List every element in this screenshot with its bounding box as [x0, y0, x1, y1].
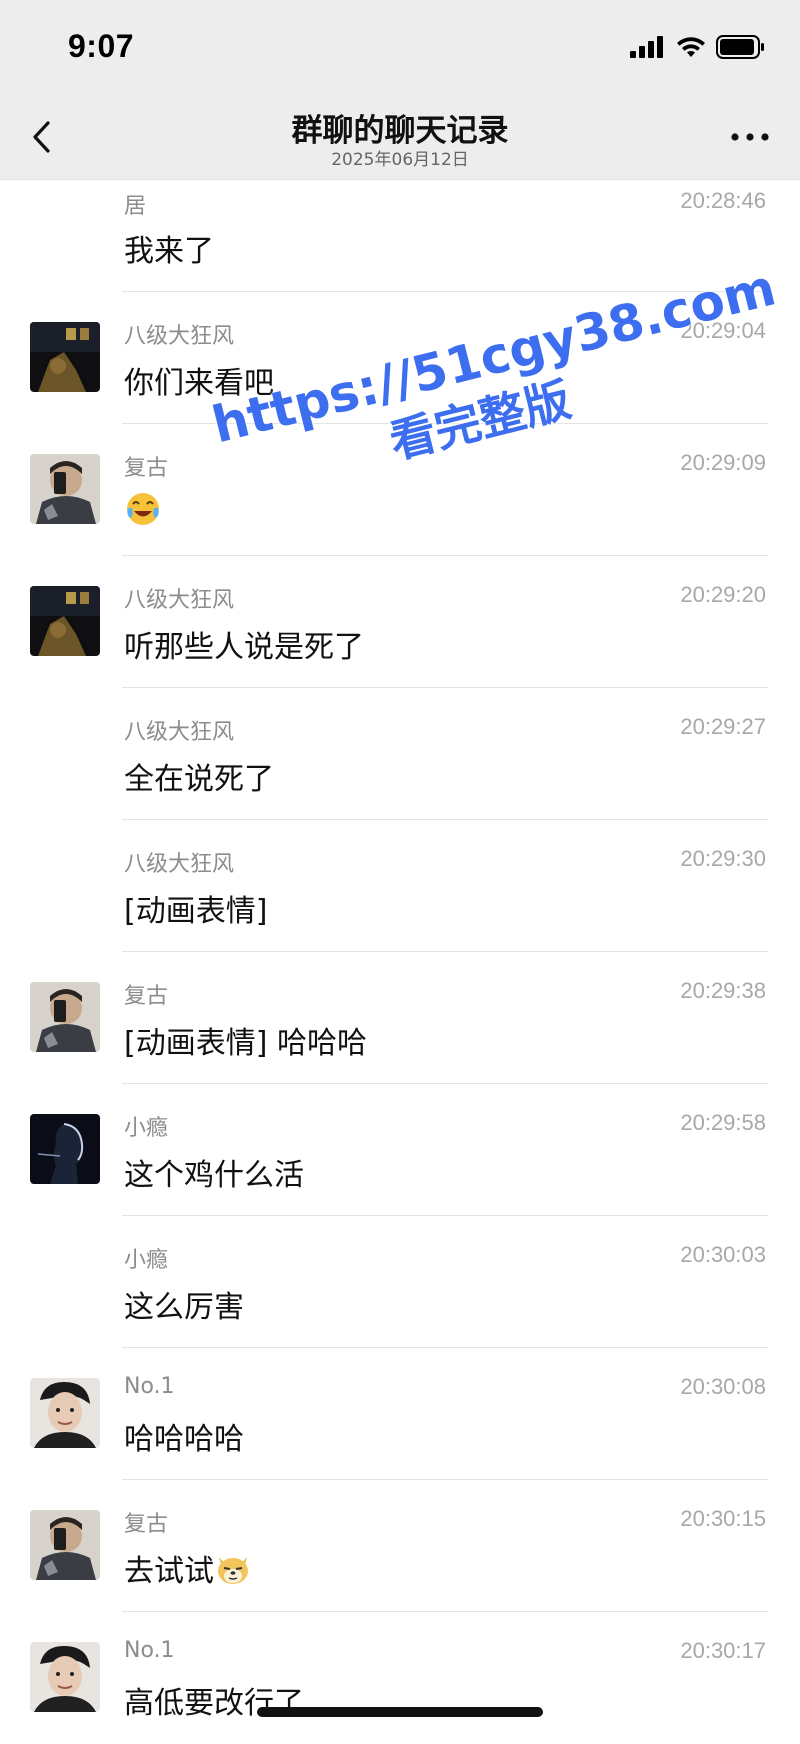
message-text-content: 去试试 [124, 1554, 214, 1589]
chat-message[interactable]: No.1 20:30:08 哈哈哈哈 [0, 1348, 800, 1480]
status-icons [630, 34, 766, 60]
sender-name: 小瘾 [124, 1248, 169, 1273]
portrait-avatar-icon [30, 1378, 100, 1448]
message-text [124, 490, 162, 528]
page-subtitle-date: 2025年06月12日 [331, 150, 469, 170]
message-text-content: 听那些人说是死了 [124, 630, 364, 665]
message-time: 20:30:03 [680, 1242, 766, 1267]
message-text: 全在说死了 [124, 754, 274, 798]
message-text-content: 我来了 [124, 234, 214, 269]
message-text: 哈哈哈哈 [124, 1414, 244, 1458]
sender-name: 复古 [124, 1512, 169, 1537]
chat-message[interactable]: 复古 20:30:15 去试试 [0, 1480, 800, 1612]
home-indicator[interactable] [257, 1707, 543, 1717]
avatar[interactable] [30, 322, 100, 392]
message-time: 20:29:09 [680, 450, 766, 475]
chat-record-list[interactable]: 居 20:28:46 我来了 八级大狂风 20:29:04 你们来看吧 复古 2… [0, 180, 800, 1744]
chat-message[interactable]: 复古 20:29:09 [0, 424, 800, 556]
avatar[interactable] [30, 586, 100, 656]
signal-icon [630, 36, 663, 58]
doge-emoji-icon [218, 1557, 248, 1584]
message-time: 20:29:27 [680, 714, 766, 739]
chat-message[interactable]: 小瘾 20:30:03 这么厉害 [0, 1216, 800, 1348]
message-text: 你们来看吧 [124, 358, 274, 402]
message-text-content: 你们来看吧 [124, 366, 274, 401]
chat-message[interactable]: 八级大狂风 20:29:20 听那些人说是死了 [0, 556, 800, 688]
message-text: 这个鸡什么活 [124, 1150, 304, 1194]
chat-message[interactable]: 八级大狂风 20:29:04 你们来看吧 [0, 292, 800, 424]
avatar[interactable] [30, 1378, 100, 1448]
message-time: 20:29:04 [680, 318, 766, 343]
chat-message[interactable]: 复古 20:29:38 [动画表情] 哈哈哈 [0, 952, 800, 1084]
message-text-content: 这么厉害 [124, 1290, 244, 1325]
wifi-icon [677, 37, 705, 57]
message-text-content: [动画表情] 哈哈哈 [124, 1026, 367, 1061]
message-time: 20:29:58 [680, 1110, 766, 1135]
message-text: [动画表情] [124, 886, 267, 930]
message-text: [动画表情] 哈哈哈 [124, 1018, 367, 1062]
portrait-avatar-icon [30, 1642, 100, 1712]
status-bar: 9:07 [0, 0, 800, 95]
dark-room-avatar-icon [30, 322, 100, 392]
battery-icon [716, 35, 764, 59]
sender-name: 八级大狂风 [124, 324, 235, 349]
message-time: 20:29:38 [680, 978, 766, 1003]
status-time: 9:07 [68, 28, 135, 64]
sender-name: 八级大狂风 [124, 588, 235, 613]
sender-name: 复古 [124, 984, 169, 1009]
mirror-selfie-avatar-icon [30, 982, 100, 1052]
crying-laughing-emoji-icon [127, 493, 159, 525]
mirror-selfie-avatar-icon [30, 1510, 100, 1580]
message-text-content: 哈哈哈哈 [124, 1422, 244, 1457]
chat-message[interactable]: 八级大狂风 20:29:30 [动画表情] [0, 820, 800, 952]
page-title: 群聊的聊天记录 [291, 113, 509, 149]
avatar[interactable] [30, 1114, 100, 1184]
more-options-icon[interactable] [728, 125, 772, 149]
chat-message[interactable]: No.1 20:30:17 高低要改行了 [0, 1612, 800, 1744]
chat-message[interactable]: 居 20:28:46 我来了 [0, 180, 800, 292]
message-text: 我来了 [124, 226, 214, 270]
message-text: 这么厉害 [124, 1282, 244, 1326]
message-time: 20:29:30 [680, 846, 766, 871]
message-text-content: 这个鸡什么活 [124, 1158, 304, 1193]
nav-bar: 群聊的聊天记录 2025年06月12日 [0, 95, 800, 180]
message-text: 听那些人说是死了 [124, 622, 364, 666]
avatar[interactable] [30, 982, 100, 1052]
message-text-content: [动画表情] [124, 894, 268, 929]
sender-name: 居 [124, 194, 147, 219]
avatar[interactable] [30, 1510, 100, 1580]
avatar[interactable] [30, 454, 100, 524]
avatar[interactable] [30, 1642, 100, 1712]
silhouette-avatar-icon [30, 1114, 100, 1184]
message-text-content: 全在说死了 [124, 762, 274, 797]
message-time: 20:29:20 [680, 582, 766, 607]
chat-message[interactable]: 小瘾 20:29:58 这个鸡什么活 [0, 1084, 800, 1216]
dark-room-avatar-icon [30, 586, 100, 656]
sender-name: No.1 [124, 1638, 175, 1663]
message-time: 20:30:15 [680, 1506, 766, 1531]
sender-name: No.1 [124, 1374, 175, 1399]
message-time: 20:28:46 [680, 188, 766, 213]
chat-message[interactable]: 八级大狂风 20:29:27 全在说死了 [0, 688, 800, 820]
sender-name: 复古 [124, 456, 169, 481]
message-time: 20:30:17 [680, 1638, 766, 1663]
message-text: 去试试 [124, 1546, 252, 1590]
sender-name: 小瘾 [124, 1116, 169, 1141]
mirror-selfie-avatar-icon [30, 454, 100, 524]
sender-name: 八级大狂风 [124, 852, 235, 877]
message-time: 20:30:08 [680, 1374, 766, 1399]
sender-name: 八级大狂风 [124, 720, 235, 745]
